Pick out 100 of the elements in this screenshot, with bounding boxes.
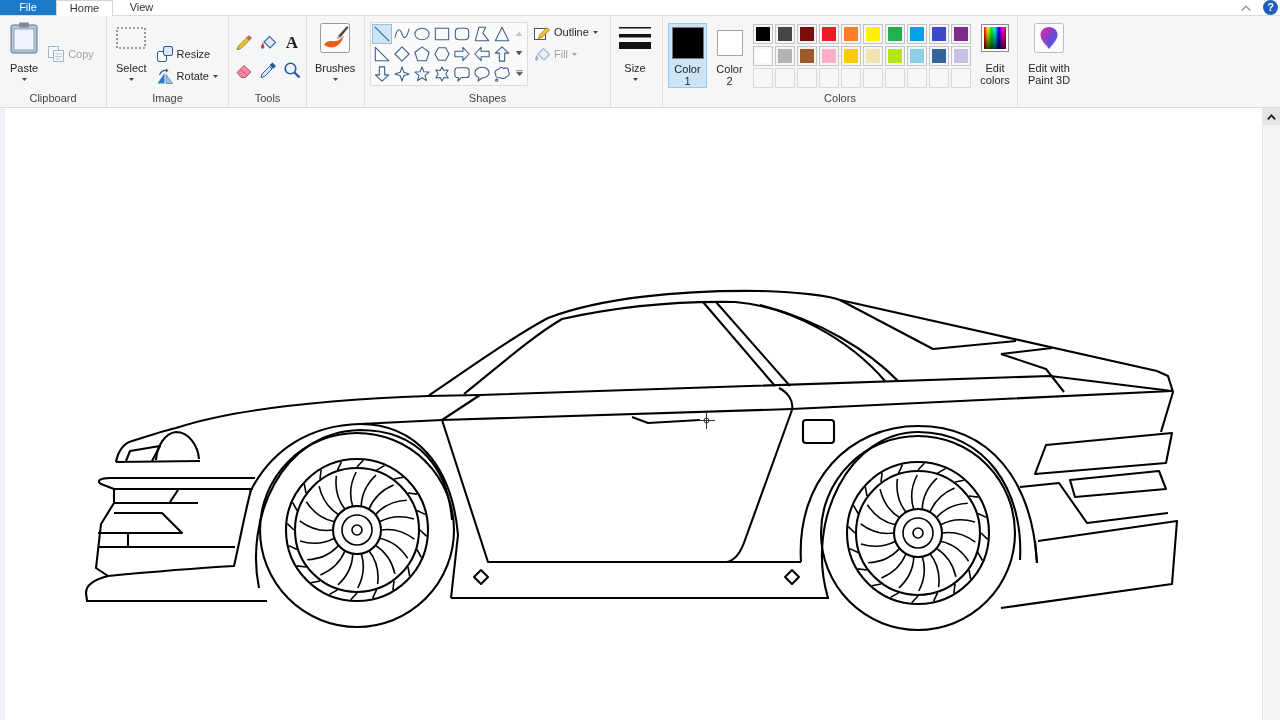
polygon-shape-button[interactable] — [472, 24, 492, 44]
color-spectrum-icon — [981, 24, 1009, 52]
rotate-icon — [156, 68, 173, 84]
diamond-icon — [394, 46, 410, 62]
color-swatch-icon[interactable] — [863, 46, 883, 66]
magnifier-tool-button[interactable] — [281, 59, 303, 81]
custom-color-slot[interactable] — [775, 68, 795, 88]
color-swatch-icon[interactable] — [797, 24, 817, 44]
up-arrow-shape-button[interactable] — [492, 44, 512, 64]
four-point-star-shape-button[interactable] — [392, 64, 412, 84]
cloud-callout-shape-button[interactable] — [492, 64, 512, 84]
color-swatch-icon[interactable] — [775, 24, 795, 44]
triangle-shape-button[interactable] — [492, 24, 512, 44]
resize-button[interactable]: Resize — [153, 43, 221, 65]
pencil-icon — [236, 34, 252, 50]
right-arrow-icon — [454, 46, 470, 62]
custom-color-slot[interactable] — [951, 68, 971, 88]
pentagon-shape-button[interactable] — [412, 44, 432, 64]
left-arrow-shape-button[interactable] — [472, 44, 492, 64]
resize-icon — [156, 46, 173, 62]
scroll-up-button[interactable] — [1263, 108, 1280, 125]
left-arrow-icon — [474, 46, 490, 62]
brushes-button[interactable]: Brushes — [312, 21, 359, 84]
hexagon-icon — [434, 46, 450, 62]
line-icon — [374, 26, 390, 42]
color-swatch-icon[interactable] — [753, 46, 773, 66]
right-triangle-shape-button[interactable] — [372, 44, 392, 64]
size-button[interactable]: Size — [616, 21, 654, 84]
caret-icon — [213, 74, 218, 78]
color-swatch-icon[interactable] — [951, 46, 971, 66]
clipboard-icon — [10, 22, 39, 54]
caret-icon — [128, 78, 134, 81]
edit-colors-button[interactable]: Edit colors — [974, 21, 1016, 89]
color-swatch-icon[interactable] — [863, 24, 883, 44]
outline-pencil-icon — [534, 24, 550, 40]
color-swatch-icon[interactable] — [885, 24, 905, 44]
color-swatch-icon[interactable] — [841, 24, 861, 44]
vertical-scrollbar[interactable] — [1262, 108, 1280, 720]
caret-icon — [632, 78, 638, 81]
custom-color-slot[interactable] — [797, 68, 817, 88]
six-point-star-icon — [434, 66, 450, 82]
color-swatch-icon[interactable] — [797, 46, 817, 66]
text-tool-button[interactable]: A — [281, 31, 303, 53]
edit-with-paint-3d-button[interactable]: Edit with Paint 3D — [1019, 21, 1079, 89]
crosshair-cursor-icon — [698, 412, 715, 429]
color-swatch-icon[interactable] — [819, 24, 839, 44]
line-thickness-icon — [619, 27, 651, 49]
caret-down-icon[interactable] — [516, 51, 522, 55]
custom-color-slot[interactable] — [885, 68, 905, 88]
group-label: Colors — [824, 91, 856, 106]
rounded-callout-icon — [454, 66, 470, 82]
six-point-star-shape-button[interactable] — [432, 64, 452, 84]
color-swatch-icon[interactable] — [929, 24, 949, 44]
oval-callout-shape-button[interactable] — [472, 64, 492, 84]
line-shape-button[interactable] — [372, 24, 392, 44]
color-swatch-icon[interactable] — [775, 46, 795, 66]
group-label: Tools — [254, 91, 281, 106]
chevron-up-icon[interactable] — [1241, 4, 1251, 11]
rounded-callout-shape-button[interactable] — [452, 64, 472, 84]
group-label: Shapes — [468, 91, 507, 106]
four-point-star-icon — [394, 66, 410, 82]
color-swatch-icon[interactable] — [929, 46, 949, 66]
help-button[interactable]: ? — [1263, 0, 1278, 15]
custom-color-slot[interactable] — [753, 68, 773, 88]
color-swatch-icon[interactable] — [951, 24, 971, 44]
ribbon-tab[interactable]: View — [113, 0, 170, 15]
rotate-button[interactable]: Rotate — [153, 65, 221, 87]
color-swatch-icon[interactable] — [907, 24, 927, 44]
hexagon-shape-button[interactable] — [432, 44, 452, 64]
color-swatch-icon[interactable] — [841, 46, 861, 66]
caret-icon — [592, 30, 598, 34]
expand-gallery-icon[interactable] — [515, 70, 523, 77]
five-point-star-shape-button[interactable] — [412, 64, 432, 84]
paintbrush-icon — [320, 23, 351, 53]
color-swatch-icon[interactable] — [907, 46, 927, 66]
group-label: Image — [152, 91, 183, 106]
eraser-icon — [236, 62, 252, 78]
down-arrow-shape-button[interactable] — [372, 64, 392, 84]
diamond-shape-button[interactable] — [392, 44, 412, 64]
custom-color-slot[interactable] — [841, 68, 861, 88]
color-swatch-icon[interactable] — [885, 46, 905, 66]
paste-button[interactable]: Paste — [7, 21, 42, 84]
select-button[interactable]: Select — [113, 21, 150, 84]
right-arrow-shape-button[interactable] — [452, 44, 472, 64]
custom-color-slot[interactable] — [907, 68, 927, 88]
color-swatch-icon[interactable] — [819, 46, 839, 66]
custom-color-slot[interactable] — [929, 68, 949, 88]
drawing-canvas[interactable] — [5, 108, 1262, 720]
up-arrow-icon — [494, 46, 510, 62]
chevron-up-icon — [1267, 113, 1276, 120]
color-slot-button[interactable]: Color 2 — [710, 23, 749, 88]
outline-button[interactable]: Outline — [531, 21, 601, 43]
pentagon-icon — [414, 46, 430, 62]
caret-icon — [21, 78, 27, 81]
custom-color-slot[interactable] — [819, 68, 839, 88]
ribbon-tab[interactable]: Home — [56, 0, 113, 16]
color-swatch-icon[interactable] — [753, 24, 773, 44]
color-slot-button[interactable]: Color 1 — [668, 23, 707, 88]
file-menu-tab[interactable]: File — [0, 0, 56, 15]
custom-color-slot[interactable] — [863, 68, 883, 88]
